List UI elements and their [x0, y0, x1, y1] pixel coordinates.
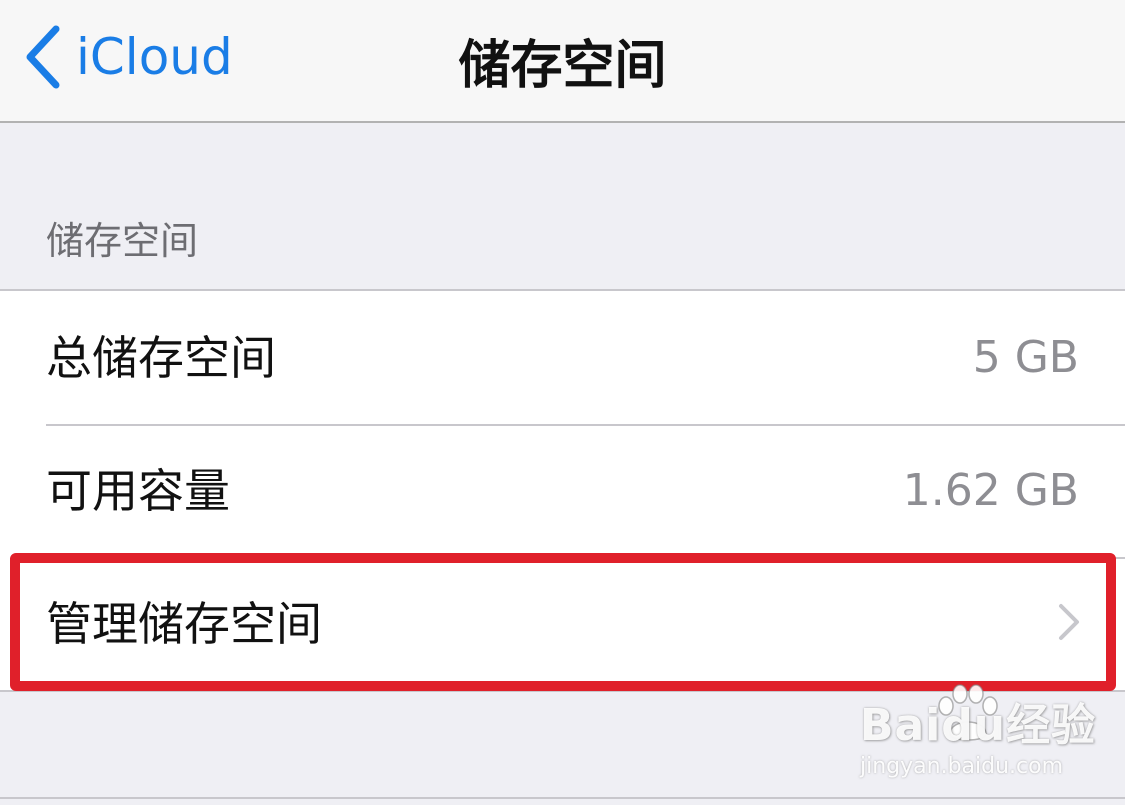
available-capacity-label: 可用容量	[46, 463, 230, 518]
baidu-jingyan-watermark: Baidu经验 jingyan.baidu.com	[860, 684, 1095, 790]
total-storage-row: 总储存空间 5 GB	[0, 291, 1125, 424]
available-capacity-row: 可用容量 1.62 GB	[0, 424, 1125, 557]
paw-logo-icon	[932, 684, 1002, 748]
navigation-bar: iCloud 储存空间	[0, 0, 1125, 123]
available-capacity-value: 1.62 GB	[902, 464, 1079, 516]
storage-table: 总储存空间 5 GB 可用容量 1.62 GB 管理储存空间	[0, 289, 1125, 692]
divider	[0, 797, 1125, 799]
total-storage-label: 总储存空间	[46, 330, 276, 385]
watermark-brand: Baidu经验	[860, 700, 1097, 751]
manage-storage-label: 管理储存空间	[46, 596, 322, 651]
section-header: 储存空间	[46, 219, 199, 263]
total-storage-value: 5 GB	[972, 331, 1079, 383]
manage-storage-row[interactable]: 管理储存空间	[0, 557, 1125, 690]
watermark-url: jingyan.baidu.com	[860, 754, 1064, 779]
chevron-right-icon	[1057, 602, 1081, 646]
page-title: 储存空间	[458, 36, 667, 96]
